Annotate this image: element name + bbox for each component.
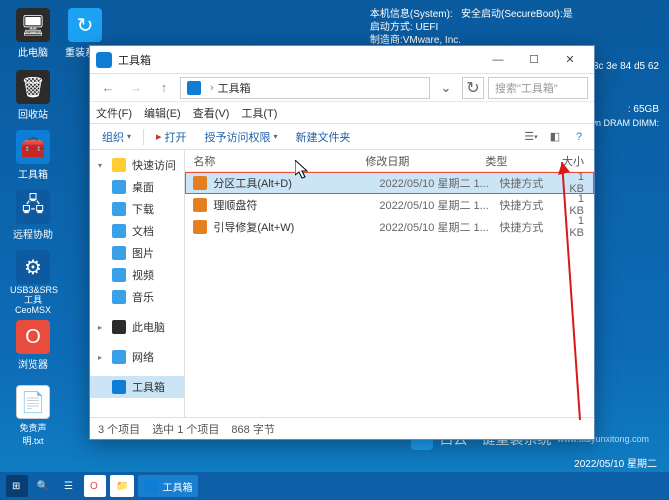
address-dropdown-button[interactable]: ⌄ [434,77,458,99]
shortcut-icon [193,176,207,190]
desktop-icon-remote[interactable]: 🖧远程协助 [10,190,56,241]
toolbox-icon: 🧰 [16,130,50,164]
pc-icon: 🖥 [16,8,50,42]
desktop-icon-toolbox[interactable]: 🧰工具箱 [10,130,56,181]
address-field[interactable]: › 工具箱 [180,77,430,99]
preview-pane-button[interactable]: ◧ [546,128,564,146]
remote-icon: 🖧 [16,190,50,224]
newfolder-button[interactable]: 新建文件夹 [290,127,357,147]
taskbar-explorer-icon[interactable]: 📁 [110,475,134,497]
sidebar-item-thispc[interactable]: ▸此电脑 [90,316,184,338]
taskbar-task-toolbox[interactable]: 工具箱 [138,475,198,497]
picture-icon [112,246,126,260]
file-row[interactable]: 理顺盘符 2022/05/10 星期二 1... 快捷方式 1 KB [185,194,594,216]
sidebar-item-music[interactable]: 音乐 [90,286,184,308]
titlebar[interactable]: 工具箱 — ☐ ✕ [90,46,594,74]
network-icon [112,350,126,364]
sidebar-item-documents[interactable]: 文档 [90,220,184,242]
nav-up-button[interactable]: ↑ [152,77,176,99]
file-row[interactable]: 分区工具(Alt+D) 2022/05/10 星期二 1... 快捷方式 1 K… [185,172,594,194]
desktop-icon-recycle[interactable]: 🗑回收站 [10,70,56,121]
column-name[interactable]: 名称 [185,153,365,169]
menu-view[interactable]: 查看(V) [193,105,230,121]
file-row[interactable]: 引导修复(Alt+W) 2022/05/10 星期二 1... 快捷方式 1 K… [185,216,594,238]
minimize-button[interactable]: — [480,46,516,74]
shortcut-icon [193,198,207,212]
search-input[interactable]: 搜索"工具箱" [488,77,588,99]
status-bytes: 868 字节 [231,421,274,437]
menu-tools[interactable]: 工具(T) [241,105,277,121]
help-button[interactable]: ? [570,128,588,146]
desktop-icon-usb[interactable]: ⚙USB3&SRS 工具CeoMSX [10,250,56,316]
explorer-window: 工具箱 — ☐ ✕ ← → ↑ › 工具箱 ⌄ ↻ 搜索"工具箱" 文件(F) … [89,45,595,440]
start-button[interactable]: ⊞ [6,475,28,497]
desktop-icon-thispc[interactable]: 🖥此电脑 [10,8,56,59]
organize-button[interactable]: 组织▾ [96,127,137,147]
music-icon [112,290,126,304]
browser-icon: O [16,320,50,354]
document-icon [112,224,126,238]
sidebar: ▾快速访问 桌面 下载 文档 图片 视频 音乐 ▸此电脑 ▸网络 工具箱 [90,150,185,417]
sidebar-item-pictures[interactable]: 图片 [90,242,184,264]
sidebar-item-desktop[interactable]: 桌面 [90,176,184,198]
recycle-icon: 🗑 [16,70,50,104]
nav-back-button[interactable]: ← [96,77,120,99]
column-size[interactable]: 大小 [555,153,594,169]
toolbar: 组织▾ ▸打开 授予访问权限▾ 新建文件夹 ☰▾ ◧ ? [90,124,594,150]
address-bar: ← → ↑ › 工具箱 ⌄ ↻ 搜索"工具箱" [90,74,594,102]
video-icon [112,268,126,282]
window-icon [96,52,112,68]
toolbox-taskbar-icon [144,479,158,493]
taskbar-browser-icon[interactable]: O [84,475,106,497]
taskview-button[interactable]: ☰ [58,475,80,497]
file-list: 名称 修改日期 类型 大小 分区工具(Alt+D) 2022/05/10 星期二… [185,150,594,417]
sidebar-item-network[interactable]: ▸网络 [90,346,184,368]
desktop-date: 2022/05/10 星期二 [574,455,657,470]
menu-file[interactable]: 文件(F) [96,105,132,121]
download-icon [112,202,126,216]
taskbar: ⊞ 🔍 ☰ O 📁 工具箱 [0,472,669,500]
window-title: 工具箱 [118,52,151,68]
refresh-button[interactable]: ↻ [462,77,484,99]
toolbox-small-icon [112,380,126,394]
permissions-button[interactable]: 授予访问权限▾ [199,127,284,147]
desktop-icon-txt[interactable]: 📄免责声明.txt [10,385,56,447]
nav-forward-button[interactable]: → [124,77,148,99]
sidebar-item-downloads[interactable]: 下载 [90,198,184,220]
sidebar-item-toolbox[interactable]: 工具箱 [90,376,184,398]
sidebar-item-quick[interactable]: ▾快速访问 [90,154,184,176]
statusbar: 3 个项目 选中 1 个项目 868 字节 [90,417,594,439]
txt-icon: 📄 [16,385,50,419]
view-button[interactable]: ☰▾ [522,128,540,146]
star-icon [112,158,126,172]
open-button[interactable]: ▸打开 [150,127,193,147]
menubar: 文件(F) 编辑(E) 查看(V) 工具(T) [90,102,594,124]
reinstall-icon: ↻ [68,8,102,42]
list-header: 名称 修改日期 类型 大小 [185,150,594,172]
pc-small-icon [112,320,126,334]
column-date[interactable]: 修改日期 [365,153,485,169]
status-selection: 选中 1 个项目 [152,421,219,437]
chevron-right-icon: › [210,82,214,94]
sidebar-item-videos[interactable]: 视频 [90,264,184,286]
folder-icon [187,81,201,95]
status-count: 3 个项目 [98,421,140,437]
column-type[interactable]: 类型 [485,153,555,169]
desktop-icon [112,180,126,194]
desktop-icon-browser[interactable]: O浏览器 [10,320,56,371]
close-button[interactable]: ✕ [552,46,588,74]
shortcut-icon [193,220,207,234]
maximize-button[interactable]: ☐ [516,46,552,74]
menu-edit[interactable]: 编辑(E) [144,105,181,121]
taskbar-search-button[interactable]: 🔍 [32,475,54,497]
usb-icon: ⚙ [16,250,50,284]
